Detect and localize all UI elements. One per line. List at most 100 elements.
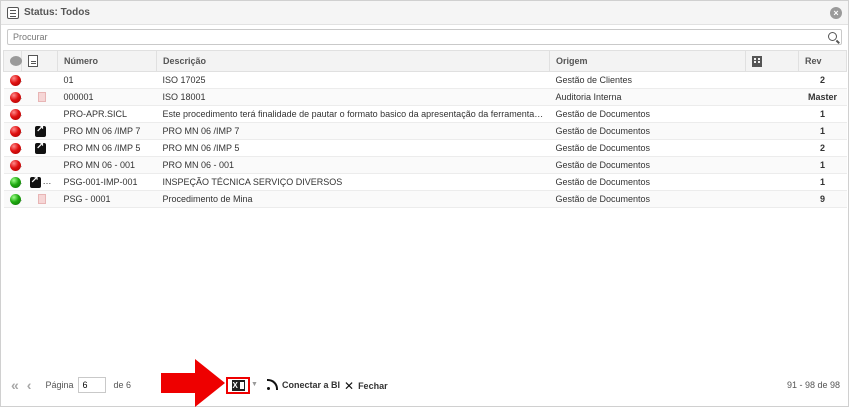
status-red-icon — [9, 142, 21, 154]
page-count-label: de 6 — [113, 380, 132, 390]
table-row[interactable]: 01 ISO 17025 Gestão de Clientes 2 — [3, 71, 847, 89]
external-link-icon[interactable] — [29, 175, 41, 188]
status-cell — [3, 71, 22, 89]
search-input[interactable] — [8, 30, 800, 44]
rev-cell: 9 — [798, 190, 847, 208]
bi-column-header[interactable] — [745, 50, 799, 72]
rss-icon — [267, 379, 278, 390]
page-number-input[interactable] — [77, 377, 106, 393]
status-cell — [3, 173, 22, 191]
origem-cell: Gestão de Documentos — [549, 190, 746, 208]
rev-cell: Master — [798, 88, 847, 106]
bi-cell — [745, 122, 799, 140]
first-page-icon[interactable]: « — [11, 377, 19, 393]
chevron-down-icon[interactable]: ▼ — [251, 381, 258, 388]
page-label: Página — [45, 380, 74, 390]
red-arrow-annotation — [161, 359, 225, 407]
status-green-icon — [9, 176, 21, 188]
numero-cell: PRO MN 06 /IMP 7 — [57, 122, 157, 140]
bi-cell — [745, 88, 799, 106]
bi-cell — [745, 173, 799, 191]
origem-column-header[interactable]: Origem — [549, 50, 746, 72]
status-red-icon — [9, 125, 21, 137]
close-label: Fechar — [358, 381, 388, 391]
numero-column-header[interactable]: Número — [57, 50, 157, 72]
status-cell — [3, 156, 22, 174]
status-cell — [3, 139, 22, 157]
status-column-header[interactable] — [3, 50, 22, 72]
table-row[interactable]: PSG-001-IMP-001INSPEÇÃO TÉCNICA SERVIÇO … — [3, 173, 847, 191]
document-cell — [21, 88, 58, 106]
status-red-icon — [9, 159, 21, 171]
external-link-icon[interactable] — [35, 124, 46, 137]
search-bar — [1, 25, 848, 50]
external-link-icon[interactable] — [35, 141, 46, 154]
numero-cell: PSG-001-IMP-001 — [57, 173, 157, 191]
document-cell — [21, 156, 58, 174]
table-row[interactable]: 000001 ISO 18001 Auditoria Interna Master — [3, 88, 847, 106]
table-row[interactable]: PSG - 0001 Procedimento de Mina Gestão de … — [3, 190, 847, 208]
close-icon[interactable]: × — [830, 7, 842, 19]
export-excel-button[interactable]: X — [226, 377, 250, 394]
numero-cell: PRO MN 06 - 001 — [57, 156, 157, 174]
rev-cell: 2 — [798, 139, 847, 157]
table-row[interactable]: PRO MN 06 /IMP 5PRO MN 06 /IMP 5Gestão d… — [3, 139, 847, 157]
table-body: 01 ISO 17025 Gestão de Clientes 2 000001 ISO … — [3, 71, 847, 208]
document-header-icon — [28, 55, 38, 67]
close-icon: ✕ — [344, 379, 355, 393]
document-cell — [21, 122, 58, 140]
previous-page-icon[interactable]: ‹ — [27, 377, 32, 393]
status-cell — [3, 122, 22, 140]
close-button[interactable]: ✕ Fechar — [344, 379, 388, 393]
status-red-icon — [9, 91, 21, 103]
connect-bi-button[interactable]: Conectar a BI — [267, 379, 340, 390]
rev-cell: 2 — [798, 71, 847, 89]
origem-cell: Auditoria Interna — [549, 88, 746, 106]
descricao-cell: Este procedimento terá finalidade de pau… — [156, 105, 550, 123]
descricao-cell: PRO MN 06 /IMP 7 — [156, 122, 550, 140]
file-icon[interactable] — [37, 194, 46, 205]
table-header: Número Descrição Origem Rev — [3, 50, 847, 72]
descricao-cell: PRO MN 06 - 001 — [156, 156, 550, 174]
descricao-cell: Procedimento de Mina — [156, 190, 550, 208]
rev-cell: 1 — [798, 122, 847, 140]
titlebar: Status: Todos × — [1, 1, 848, 25]
numero-cell: 000001 — [57, 88, 157, 106]
document-column-header[interactable] — [21, 50, 58, 72]
excel-icon: X — [231, 380, 245, 391]
descricao-cell: PRO MN 06 /IMP 5 — [156, 139, 550, 157]
origem-cell: Gestão de Clientes — [549, 71, 746, 89]
status-cell — [3, 190, 22, 208]
building-icon — [752, 55, 762, 67]
table-row[interactable]: PRO MN 06 - 001 PRO MN 06 - 001 Gestão de … — [3, 156, 847, 174]
rev-column-header[interactable]: Rev — [798, 50, 847, 72]
document-cell — [21, 190, 58, 208]
document-cell — [21, 173, 58, 191]
status-cell — [3, 88, 22, 106]
status-red-icon — [9, 108, 21, 120]
rev-cell: 1 — [798, 156, 847, 174]
descricao-cell: ISO 17025 — [156, 71, 550, 89]
table-row[interactable]: PRO MN 06 /IMP 7PRO MN 06 /IMP 7Gestão d… — [3, 122, 847, 140]
document-cell — [21, 139, 58, 157]
origem-cell: Gestão de Documentos — [549, 156, 746, 174]
document-cell — [21, 71, 58, 89]
bi-cell — [745, 71, 799, 89]
status-green-icon — [9, 193, 21, 205]
status-red-icon — [9, 74, 21, 86]
descricao-column-header[interactable]: Descrição — [156, 50, 550, 72]
bi-cell — [745, 105, 799, 123]
connect-bi-label: Conectar a BI — [282, 379, 341, 390]
descricao-cell: INSPEÇÃO TÉCNICA SERVIÇO DIVERSOS — [156, 173, 550, 191]
window-title: Status: Todos — [24, 7, 90, 18]
table-row[interactable]: PRO-APR.SICL Este procedimento terá final… — [3, 105, 847, 123]
document-cell — [21, 105, 58, 123]
dialog-window: Status: Todos × Número Descrição Origem … — [0, 0, 849, 407]
file-icon[interactable] — [37, 92, 46, 103]
origem-cell: Gestão de Documentos — [549, 139, 746, 157]
record-range: 91 - 98 de 98 — [786, 380, 840, 390]
bi-cell — [745, 156, 799, 174]
rev-cell: 1 — [798, 173, 847, 191]
bi-cell — [745, 190, 799, 208]
search-icon[interactable] — [828, 32, 837, 41]
